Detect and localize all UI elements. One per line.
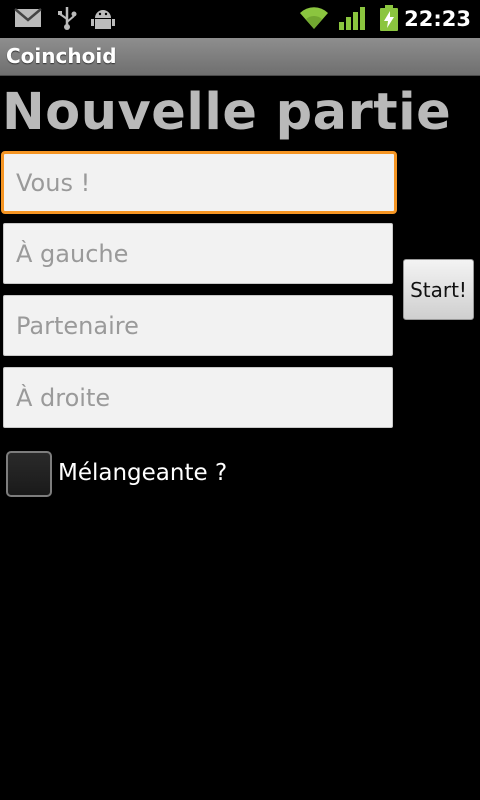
shuffle-checkbox-label[interactable]: Mélangeante ? bbox=[58, 460, 227, 486]
page-title: Nouvelle partie bbox=[2, 83, 452, 142]
player-you-input[interactable] bbox=[1, 151, 397, 214]
clock: 22:23 bbox=[404, 7, 471, 31]
signal-icon bbox=[339, 7, 365, 30]
app-title: Coinchoid bbox=[6, 44, 117, 68]
shuffle-checkbox[interactable] bbox=[6, 451, 52, 497]
gmail-icon bbox=[14, 8, 42, 27]
player-right-input[interactable] bbox=[3, 367, 393, 428]
start-button[interactable]: Start! bbox=[403, 259, 474, 320]
wifi-icon bbox=[300, 7, 328, 30]
android-debug-icon bbox=[91, 10, 115, 29]
battery-charging-icon bbox=[380, 5, 398, 31]
usb-icon bbox=[58, 7, 77, 30]
app-title-bar: Coinchoid bbox=[0, 38, 480, 76]
status-bar: 22:23 bbox=[0, 0, 480, 38]
partner-input[interactable] bbox=[3, 295, 393, 356]
player-left-input[interactable] bbox=[3, 223, 393, 284]
